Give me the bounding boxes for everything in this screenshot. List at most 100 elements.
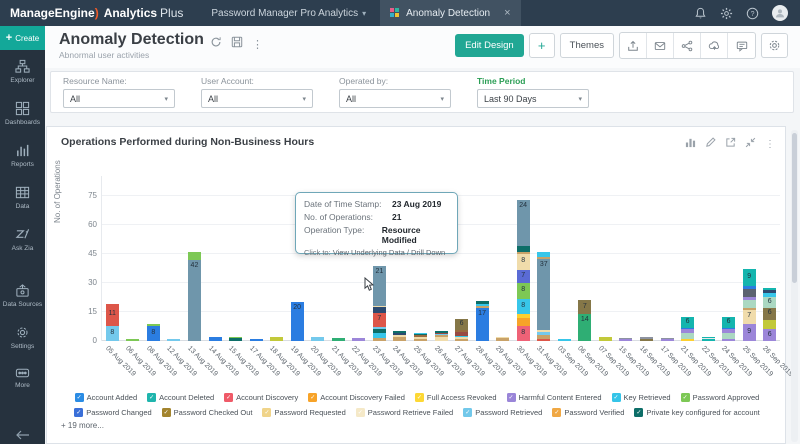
bar-segment-lightblue[interactable]: 8 (106, 326, 119, 341)
tab-anomaly-detection[interactable]: Anomaly Detection × (380, 0, 520, 26)
open-in-new-icon[interactable] (725, 135, 736, 153)
bar-06-aug-2019[interactable] (126, 339, 139, 341)
bar-segment-slate[interactable]: 37 (537, 259, 550, 331)
bar-segment-emerald[interactable] (332, 338, 345, 341)
sidebar-item-dashboards[interactable]: Dashboards (0, 92, 45, 134)
legend-checkbox-icon[interactable]: ✓ (308, 393, 317, 402)
sidebar-item-reports[interactable]: Reports (0, 134, 45, 176)
workspace-dropdown[interactable]: Password Manager Pro Analytics ▾ (211, 8, 366, 19)
user-account-select[interactable]: All▾ (201, 89, 313, 108)
bar-17-aug-2019[interactable] (250, 339, 263, 341)
bar-segment-slate[interactable]: 24 (517, 200, 530, 246)
bar-19-aug-2019[interactable]: 20 (291, 302, 304, 341)
bar-segment-purple[interactable] (722, 339, 735, 341)
bar-17-sep-2019[interactable] (661, 338, 674, 341)
bar-27-aug-2019[interactable]: 6 (455, 319, 468, 341)
bar-13-aug-2019[interactable]: 42 (188, 252, 201, 341)
bar-segment-khaki[interactable]: 6 (455, 319, 468, 331)
bar-segment-mint[interactable] (743, 300, 756, 308)
title-menu-kebab-icon[interactable]: ⋮ (252, 38, 263, 51)
bar-segment-green[interactable] (126, 339, 139, 341)
bar-20-aug-2019[interactable] (311, 337, 324, 341)
user-avatar[interactable] (772, 5, 788, 21)
refresh-icon[interactable] (210, 35, 222, 53)
bar-21-aug-2019[interactable] (332, 338, 345, 341)
bar-segment-cream[interactable]: 7 (743, 310, 756, 324)
bar-segment-red[interactable]: 11 (106, 304, 119, 325)
bar-28-aug-2019[interactable]: 17 (476, 301, 489, 341)
legend-more-link[interactable]: + 19 more... (61, 421, 104, 430)
chart-type-icon[interactable] (685, 135, 696, 153)
legend-checkbox-icon[interactable]: ✓ (74, 408, 83, 417)
bar-segment-slate[interactable]: 42 (188, 260, 201, 341)
resource-name-select[interactable]: All▾ (63, 89, 175, 108)
legend-checkbox-icon[interactable]: ✓ (415, 393, 424, 402)
bar-segment-olive[interactable] (599, 337, 612, 341)
bar-segment-teal[interactable]: 6 (722, 317, 735, 329)
legend-item-password-approved[interactable]: ✓Password Approved (681, 393, 760, 402)
edit-pencil-icon[interactable] (705, 135, 716, 153)
share-button[interactable] (674, 33, 701, 58)
legend-item-password-retrieved[interactable]: ✓Password Retrieved (463, 408, 542, 417)
legend-checkbox-icon[interactable]: ✓ (262, 408, 271, 417)
bar-segment-teal[interactable]: 6 (681, 317, 694, 329)
legend-item-account-added[interactable]: ✓Account Added (75, 393, 137, 402)
bar-segment-darkteal[interactable] (229, 338, 242, 341)
bar-segment-olive[interactable] (763, 320, 776, 330)
bar-26-aug-2019[interactable] (435, 331, 448, 341)
legend-checkbox-icon[interactable]: ✓ (162, 408, 171, 417)
settings-gear-icon[interactable] (720, 7, 733, 20)
bar-21-sep-2019[interactable]: 6 (681, 317, 694, 341)
export-button[interactable] (620, 33, 647, 58)
bar-segment-red[interactable]: 7 (373, 313, 386, 327)
bar-segment-pink[interactable]: 8 (517, 326, 530, 341)
legend-checkbox-icon[interactable]: ✓ (463, 408, 472, 417)
create-button[interactable]: + Create (0, 26, 45, 50)
bar-segment-olive[interactable] (270, 337, 283, 341)
sidebar-item-data-sources[interactable]: Data Sources (0, 274, 45, 316)
bar-segment-purple[interactable] (352, 338, 365, 341)
bar-segment-cyan[interactable]: 8 (517, 299, 530, 314)
legend-item-password-changed[interactable]: ✓Password Changed (74, 408, 151, 417)
bar-segment-yellow[interactable] (681, 339, 694, 341)
bar-25-sep-2019[interactable]: 979 (743, 269, 756, 341)
comments-button[interactable] (728, 33, 755, 58)
bar-segment-blue[interactable]: 8 (147, 326, 160, 341)
bar-segment-green[interactable]: 8 (517, 283, 530, 298)
scrollbar-thumb[interactable] (792, 133, 797, 283)
legend-item-account-discovery-failed[interactable]: ✓Account Discovery Failed (308, 393, 405, 402)
sidebar-item-more[interactable]: More (0, 358, 45, 397)
edit-design-button[interactable]: Edit Design (455, 34, 524, 57)
view-settings-button[interactable] (761, 33, 788, 58)
bar-segment-purple[interactable]: 9 (743, 324, 756, 341)
bar-segment-mint[interactable]: 6 (763, 297, 776, 309)
bar-03-sep-2019[interactable] (558, 339, 571, 341)
legend-checkbox-icon[interactable]: ✓ (75, 393, 84, 402)
bar-segment-tan[interactable] (496, 338, 509, 341)
bar-segment-blue[interactable] (250, 339, 263, 341)
bar-24-aug-2019[interactable] (393, 331, 406, 341)
bar-05-aug-2019[interactable]: 118 (106, 304, 119, 341)
bar-segment-tan[interactable] (373, 338, 386, 341)
legend-item-private-key-configured-for-account[interactable]: ✓Private key configured for account (634, 408, 759, 417)
bar-26-sep-2019[interactable]: 666 (763, 288, 776, 341)
bar-segment-cream[interactable] (435, 337, 448, 341)
legend-item-full-access-revoked[interactable]: ✓Full Access Revoked (415, 393, 497, 402)
chart-menu-kebab-icon[interactable]: ⋮ (765, 139, 775, 150)
bar-31-aug-2019[interactable]: 37 (537, 252, 550, 341)
collapse-icon[interactable] (745, 135, 756, 153)
legend-item-password-verified[interactable]: ✓Password Verified (552, 408, 624, 417)
bar-16-sep-2019[interactable] (640, 337, 653, 341)
bar-segment-tan[interactable] (393, 337, 406, 341)
bar-24-sep-2019[interactable]: 6 (722, 317, 735, 341)
bar-segment-teal[interactable] (702, 339, 715, 341)
bar-25-aug-2019[interactable] (414, 333, 427, 341)
email-button[interactable] (647, 33, 674, 58)
legend-checkbox-icon[interactable]: ✓ (147, 393, 156, 402)
tooltip-drilldown-hint[interactable]: Click to: View Underlying Data / Drill D… (304, 248, 449, 257)
legend-checkbox-icon[interactable]: ✓ (552, 408, 561, 417)
notifications-bell-icon[interactable] (694, 7, 707, 20)
legend-item-password-retrieve-failed[interactable]: ✓Password Retrieve Failed (356, 408, 453, 417)
sidebar-item-ask-zia[interactable]: Ask Zia (0, 218, 45, 260)
bar-segment-red[interactable] (537, 339, 550, 341)
